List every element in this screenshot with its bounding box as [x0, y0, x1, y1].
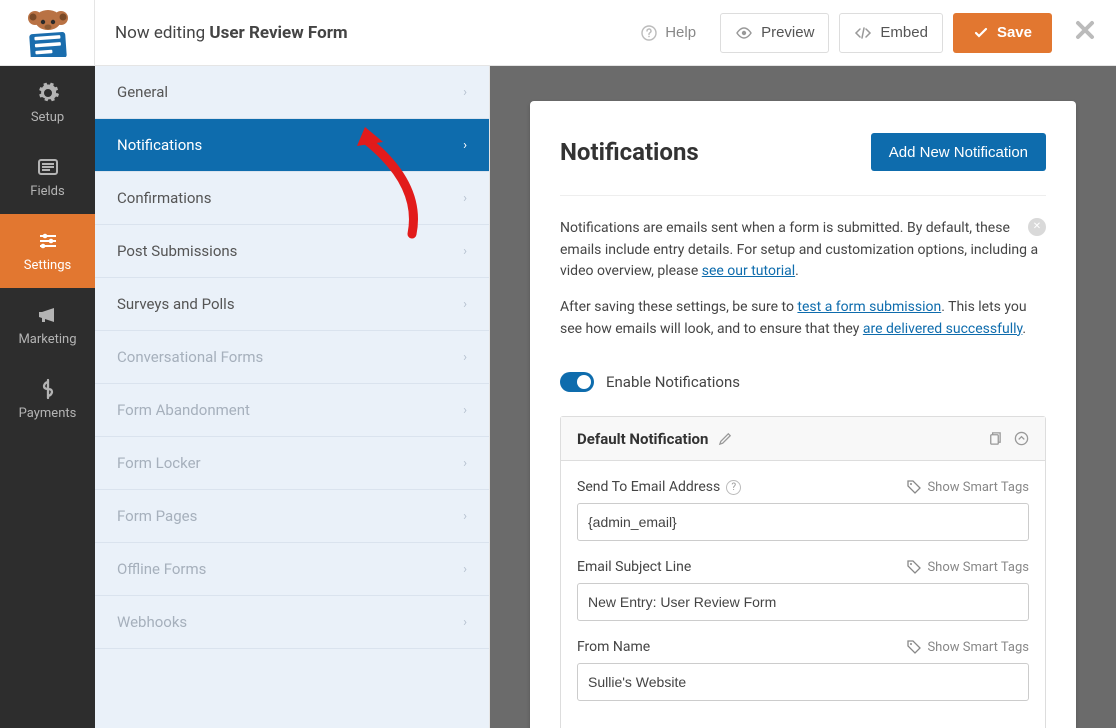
- sidebar-item-confirmations[interactable]: Confirmations›: [95, 172, 489, 225]
- enable-notifications-label: Enable Notifications: [606, 373, 740, 391]
- pencil-icon[interactable]: [718, 431, 733, 446]
- chevron-right-icon: ›: [463, 191, 467, 206]
- show-smart-tags[interactable]: Show Smart Tags: [907, 560, 1029, 575]
- chevron-right-icon: ›: [463, 403, 467, 418]
- chevron-right-icon: ›: [463, 509, 467, 524]
- check-icon: [973, 25, 989, 41]
- dismiss-button[interactable]: ✕: [1028, 218, 1046, 236]
- chevron-right-icon: ›: [463, 297, 467, 312]
- chevron-right-icon: ›: [463, 615, 467, 630]
- nav-marketing[interactable]: Marketing: [0, 288, 95, 362]
- embed-button[interactable]: Embed: [839, 13, 943, 53]
- header: Now editing User Review Form Help Previe…: [0, 0, 1116, 66]
- list-icon: [36, 155, 60, 179]
- tags-icon: [907, 480, 921, 494]
- delivered-successfully-link[interactable]: are delivered successfully: [863, 321, 1023, 337]
- chevron-right-icon: ›: [463, 562, 467, 577]
- nav-fields[interactable]: Fields: [0, 140, 95, 214]
- sidebar-item-form-locker[interactable]: Form Locker›: [95, 437, 489, 490]
- collapse-icon[interactable]: [1014, 431, 1029, 446]
- help-icon: [641, 25, 657, 41]
- nav-payments[interactable]: Payments: [0, 362, 95, 436]
- tags-icon: [907, 640, 921, 654]
- sidebar-item-form-pages[interactable]: Form Pages›: [95, 490, 489, 543]
- enable-notifications-toggle[interactable]: [560, 372, 594, 392]
- panel: Notifications Add New Notification ✕ Not…: [530, 101, 1076, 728]
- sidebar-item-offline-forms[interactable]: Offline Forms›: [95, 543, 489, 596]
- chevron-right-icon: ›: [463, 244, 467, 259]
- help-icon[interactable]: ?: [726, 480, 741, 495]
- nav-setup[interactable]: Setup: [0, 66, 95, 140]
- dollar-icon: [36, 377, 60, 401]
- main-content: Notifications Add New Notification ✕ Not…: [490, 66, 1116, 728]
- preview-button[interactable]: Preview: [720, 13, 829, 53]
- copy-icon[interactable]: [987, 431, 1002, 446]
- send-to-label: Send To Email Address ?: [577, 479, 741, 495]
- code-icon: [854, 24, 872, 42]
- save-button[interactable]: Save: [953, 13, 1052, 53]
- notification-block: Default Notification Send To Email Addre…: [560, 416, 1046, 728]
- editing-title: Now editing User Review Form: [95, 23, 617, 43]
- tutorial-link[interactable]: see our tutorial: [702, 263, 795, 279]
- sidebar-item-webhooks[interactable]: Webhooks›: [95, 596, 489, 649]
- help-button[interactable]: Help: [627, 13, 710, 53]
- panel-title: Notifications: [560, 138, 699, 166]
- send-to-input[interactable]: [577, 503, 1029, 541]
- from-name-label: From Name: [577, 639, 650, 655]
- close-button[interactable]: [1074, 19, 1096, 47]
- sliders-icon: [36, 229, 60, 253]
- subject-input[interactable]: [577, 583, 1029, 621]
- tags-icon: [907, 560, 921, 574]
- sidebar-item-surveys-polls[interactable]: Surveys and Polls›: [95, 278, 489, 331]
- sidebar-item-post-submissions[interactable]: Post Submissions›: [95, 225, 489, 278]
- sidebar-item-conversational-forms[interactable]: Conversational Forms›: [95, 331, 489, 384]
- subject-label: Email Subject Line: [577, 559, 691, 575]
- left-nav: Setup Fields Settings Marketing Payments: [0, 66, 95, 728]
- eye-icon: [735, 24, 753, 42]
- nav-settings[interactable]: Settings: [0, 214, 95, 288]
- add-notification-button[interactable]: Add New Notification: [871, 133, 1046, 171]
- chevron-right-icon: ›: [463, 85, 467, 100]
- chevron-right-icon: ›: [463, 456, 467, 471]
- gear-icon: [36, 81, 60, 105]
- wpforms-logo-icon: [22, 9, 72, 57]
- sidebar-item-notifications[interactable]: Notifications›: [95, 119, 489, 172]
- chevron-right-icon: ›: [463, 350, 467, 365]
- show-smart-tags[interactable]: Show Smart Tags: [907, 640, 1029, 655]
- from-name-input[interactable]: [577, 663, 1029, 701]
- description: ✕ Notifications are emails sent when a f…: [560, 196, 1046, 372]
- sidebar-item-general[interactable]: General›: [95, 66, 489, 119]
- test-submission-link[interactable]: test a form submission: [797, 299, 941, 315]
- settings-sidebar: General› Notifications› Confirmations› P…: [95, 66, 490, 728]
- notification-header: Default Notification: [561, 417, 1045, 461]
- bullhorn-icon: [36, 303, 60, 327]
- show-smart-tags[interactable]: Show Smart Tags: [907, 480, 1029, 495]
- chevron-right-icon: ›: [463, 138, 467, 153]
- app-logo: [0, 0, 95, 66]
- sidebar-item-form-abandonment[interactable]: Form Abandonment›: [95, 384, 489, 437]
